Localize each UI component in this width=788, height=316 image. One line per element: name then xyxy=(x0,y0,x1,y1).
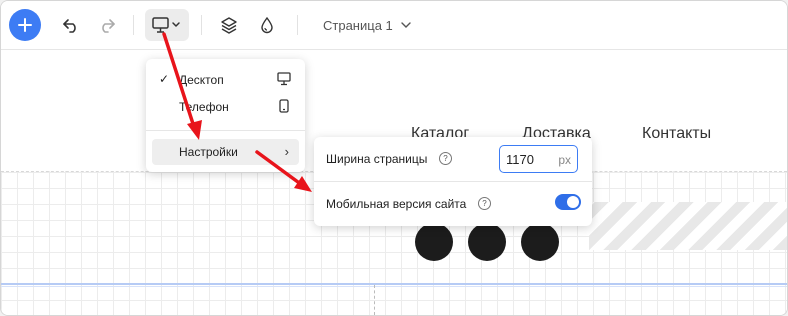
monitor-icon xyxy=(277,72,291,86)
social-icon[interactable] xyxy=(468,223,506,261)
center-guide xyxy=(374,285,375,315)
toggle-knob xyxy=(567,196,579,208)
chevron-right-icon: › xyxy=(284,144,289,159)
check-icon: ✓ xyxy=(159,72,170,86)
toolbar-divider xyxy=(201,15,202,35)
device-menu: ✓ Десктоп Телефон Настройки › xyxy=(146,59,305,172)
toolbar-divider xyxy=(297,15,298,35)
monitor-icon xyxy=(152,17,180,33)
settings-submenu: Ширина страницы ? 1170 px Мобильная верс… xyxy=(314,137,592,226)
menu-divider xyxy=(146,130,305,131)
page-width-row: Ширина страницы ? 1170 px xyxy=(314,137,592,181)
chevron-down-icon xyxy=(401,22,411,28)
help-icon[interactable]: ? xyxy=(439,152,452,165)
menu-item-label: Настройки xyxy=(179,145,238,159)
mobile-version-row: Мобильная версия сайта ? xyxy=(314,182,592,226)
page-width-unit: px xyxy=(558,153,571,167)
menu-item-label: Десктоп xyxy=(179,73,224,87)
editor-window: Страница 1 Каталог Доставка Контакты ✓ Д… xyxy=(0,0,788,316)
section-boundary xyxy=(1,286,787,287)
device-switcher-button[interactable] xyxy=(145,9,189,41)
social-icon[interactable] xyxy=(415,223,453,261)
placeholder-block[interactable] xyxy=(589,202,787,250)
mobile-version-label: Мобильная версия сайта xyxy=(326,197,467,211)
plus-icon xyxy=(18,18,32,32)
drop-icon xyxy=(261,16,273,34)
redo-icon xyxy=(102,19,115,33)
page-selector[interactable]: Страница 1 xyxy=(317,9,423,41)
colors-button[interactable] xyxy=(253,9,281,41)
layers-icon xyxy=(221,17,237,34)
section-boundary xyxy=(1,283,787,285)
help-icon[interactable]: ? xyxy=(478,197,491,210)
nav-link-contacts[interactable]: Контакты xyxy=(642,125,711,143)
menu-item-phone[interactable]: Телефон xyxy=(152,94,299,120)
page-width-label: Ширина страницы xyxy=(326,152,428,166)
undo-button[interactable] xyxy=(57,9,85,41)
undo-icon xyxy=(63,19,76,33)
menu-item-desktop[interactable]: ✓ Десктоп xyxy=(152,67,299,93)
toolbar: Страница 1 xyxy=(1,1,787,50)
phone-icon xyxy=(279,99,289,113)
layers-button[interactable] xyxy=(215,9,243,41)
mobile-version-toggle[interactable] xyxy=(555,194,581,210)
page-width-value: 1170 xyxy=(506,152,534,167)
redo-button[interactable] xyxy=(93,9,121,41)
add-button[interactable] xyxy=(9,9,41,41)
page-width-input[interactable]: 1170 px xyxy=(499,145,578,173)
page-label: Страница 1 xyxy=(323,17,393,33)
toolbar-divider xyxy=(133,15,134,35)
social-icon[interactable] xyxy=(521,223,559,261)
menu-item-settings[interactable]: Настройки › xyxy=(152,139,299,165)
menu-item-label: Телефон xyxy=(179,100,229,114)
